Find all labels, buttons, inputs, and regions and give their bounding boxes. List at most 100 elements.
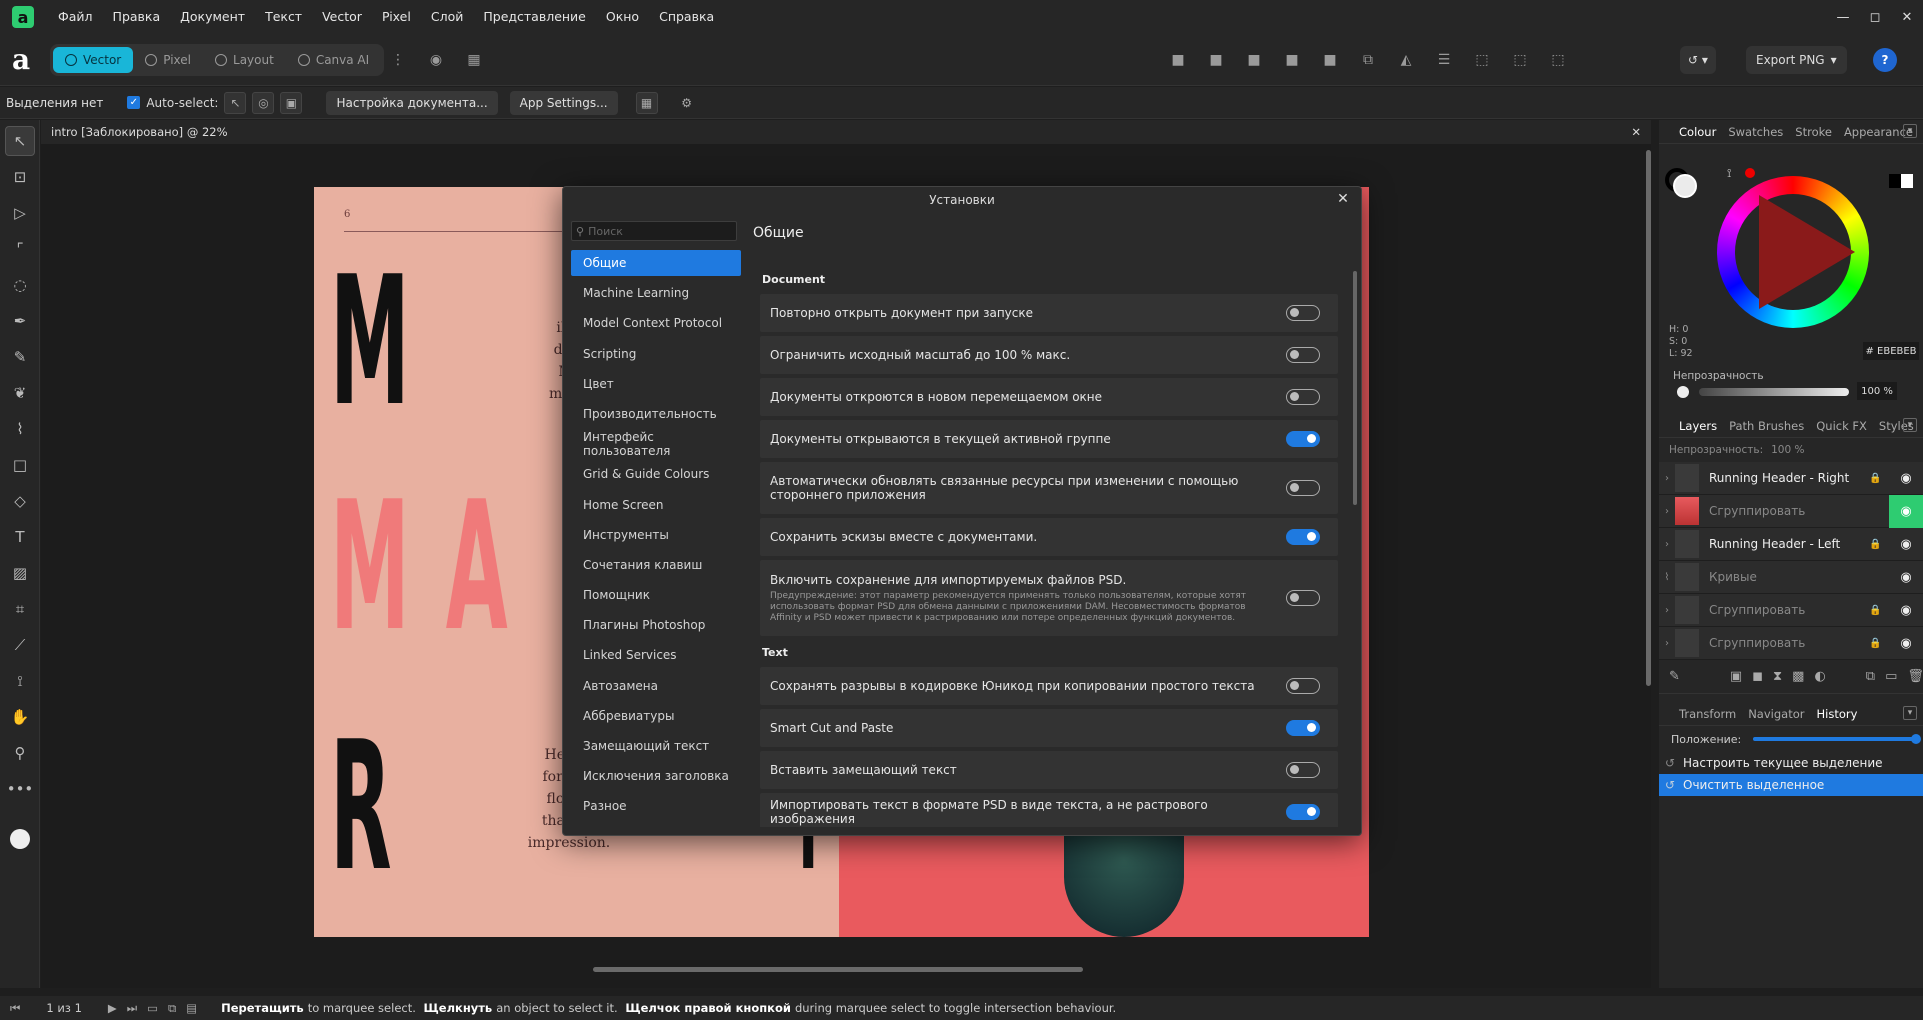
- history-item[interactable]: ↺ Настроить текущее выделение: [1659, 752, 1923, 774]
- pen-tool-icon[interactable]: ✒: [5, 306, 35, 336]
- corner-tool-icon[interactable]: ⌜: [5, 234, 35, 264]
- group-icon[interactable]: ▭: [1885, 669, 1897, 684]
- zoom-tool-icon[interactable]: ⚲: [5, 738, 35, 768]
- subtract-shape-icon[interactable]: ■: [1204, 48, 1228, 72]
- chevron-down-icon[interactable]: ▾: [1903, 706, 1917, 720]
- recent-colour-swatch[interactable]: [1745, 168, 1755, 178]
- layout-icon[interactable]: ▤: [186, 1001, 197, 1015]
- layer-row[interactable]: › Сгруппировать 🔒 ◉: [1659, 594, 1923, 627]
- horizontal-scrollbar[interactable]: [41, 962, 1641, 976]
- option-toggle[interactable]: [1286, 762, 1320, 778]
- expand-icon[interactable]: ›: [1659, 638, 1675, 649]
- document-tab[interactable]: intro [Заблокировано] @ 22% ✕: [41, 120, 1651, 144]
- category-abbreviations[interactable]: Аббревиатуры: [571, 703, 741, 729]
- category-mcp[interactable]: Model Context Protocol: [571, 310, 741, 336]
- option-toggle[interactable]: [1286, 480, 1320, 496]
- category-misc[interactable]: Разное: [571, 793, 741, 819]
- menu-layer[interactable]: Слой: [421, 0, 474, 34]
- menu-vector[interactable]: Vector: [312, 0, 372, 34]
- adjustment-icon[interactable]: ▣: [1730, 669, 1742, 684]
- delete-layer-icon[interactable]: 🗑: [1907, 669, 1923, 684]
- layers-opacity-value[interactable]: 100 %: [1771, 444, 1804, 456]
- tab-layers[interactable]: Layers: [1679, 419, 1717, 433]
- fill-tool-icon[interactable]: ⌇: [5, 414, 35, 444]
- maximize-icon[interactable]: ◻: [1859, 0, 1891, 34]
- tab-colour[interactable]: Colour: [1679, 125, 1716, 139]
- option-toggle[interactable]: [1286, 678, 1320, 694]
- align-icon[interactable]: ☰: [1432, 48, 1456, 72]
- fill-swatch-icon[interactable]: [1673, 174, 1697, 198]
- category-assistant[interactable]: Помощник: [571, 582, 741, 608]
- persona-layout[interactable]: Layout: [203, 47, 286, 73]
- close-window-icon[interactable]: ✕: [1891, 0, 1923, 34]
- option-toggle[interactable]: [1286, 347, 1320, 363]
- category-shortcuts[interactable]: Сочетания клавиш: [571, 552, 741, 578]
- tab-stroke[interactable]: Stroke: [1795, 125, 1832, 139]
- shapes-tool-icon[interactable]: ◇: [5, 486, 35, 516]
- horizontal-scroll-thumb[interactable]: [593, 967, 1083, 972]
- category-machine-learning[interactable]: Machine Learning: [571, 280, 741, 306]
- last-page-icon[interactable]: ⏭: [127, 1001, 137, 1016]
- transform-icon[interactable]: ⧉: [1356, 48, 1380, 72]
- category-title-exceptions[interactable]: Исключения заголовка: [571, 763, 741, 789]
- spread-icon[interactable]: ⧉: [168, 1001, 176, 1016]
- snap-grid-icon[interactable]: ⬚: [1546, 48, 1570, 72]
- snap-icon[interactable]: ⬚: [1470, 48, 1494, 72]
- lock-icon[interactable]: 🔒: [1869, 605, 1889, 616]
- eye-icon[interactable]: ◉: [1889, 462, 1923, 495]
- more-options-icon[interactable]: ⋮: [386, 48, 410, 72]
- intersect-shape-icon[interactable]: ■: [1242, 48, 1266, 72]
- category-autocorrect[interactable]: Автозамена: [571, 673, 741, 699]
- image-tool-icon[interactable]: ▨: [5, 558, 35, 588]
- colour-wheel[interactable]: [1717, 176, 1869, 328]
- bw-swatch-icon[interactable]: [1889, 174, 1913, 188]
- help-icon[interactable]: ?: [1873, 48, 1897, 72]
- category-scripting[interactable]: Scripting: [571, 341, 741, 367]
- dialog-scroll-thumb[interactable]: [1353, 271, 1357, 505]
- close-document-icon[interactable]: ✕: [1631, 120, 1641, 144]
- menu-file[interactable]: Файл: [48, 0, 103, 34]
- option-toggle[interactable]: [1286, 720, 1320, 736]
- grid-icon[interactable]: ▦: [635, 91, 658, 114]
- pencil-tool-icon[interactable]: ✎: [5, 342, 35, 372]
- minimize-icon[interactable]: —: [1827, 0, 1859, 34]
- measure-tool-icon[interactable]: ⟋: [5, 630, 35, 660]
- lock-icon[interactable]: 🔒: [1869, 638, 1889, 649]
- expand-icon[interactable]: ›: [1659, 473, 1675, 484]
- auto-select-checkbox[interactable]: ✓: [127, 96, 141, 109]
- flip-icon[interactable]: ◭: [1394, 48, 1418, 72]
- fill-stroke-swatch[interactable]: [5, 824, 35, 854]
- search-input[interactable]: [588, 224, 719, 238]
- colour-triangle[interactable]: [1759, 195, 1855, 309]
- view-mode-icon[interactable]: ◉: [424, 48, 448, 72]
- history-position-slider[interactable]: [1753, 734, 1922, 744]
- eye-icon[interactable]: ◉: [1889, 627, 1923, 660]
- layer-row[interactable]: ⌇ Кривые ◉: [1659, 561, 1923, 594]
- rectangle-tool-icon[interactable]: □: [5, 450, 35, 480]
- category-linked-services[interactable]: Linked Services: [571, 642, 741, 668]
- mask-icon[interactable]: ▩: [1792, 669, 1804, 684]
- tab-navigator[interactable]: Navigator: [1748, 707, 1804, 721]
- category-performance[interactable]: Производительность: [571, 401, 741, 427]
- play-icon[interactable]: ▶: [108, 1001, 117, 1015]
- add-shape-icon[interactable]: ■: [1166, 48, 1190, 72]
- menu-pixel[interactable]: Pixel: [372, 0, 421, 34]
- select-group-icon[interactable]: ◎: [252, 91, 275, 114]
- tab-transform[interactable]: Transform: [1679, 707, 1736, 721]
- crop-tool-icon[interactable]: ⌗: [5, 594, 35, 624]
- tab-swatches[interactable]: Swatches: [1728, 125, 1783, 139]
- option-toggle[interactable]: [1286, 529, 1320, 545]
- artboard-tool-icon[interactable]: ⊡: [5, 162, 35, 192]
- divide-shape-icon[interactable]: ■: [1318, 48, 1342, 72]
- opacity-slider[interactable]: [1699, 388, 1849, 396]
- live-filter-icon[interactable]: ◼: [1752, 669, 1763, 684]
- tab-path-brushes[interactable]: Path Brushes: [1729, 419, 1804, 433]
- category-general[interactable]: Общие: [571, 250, 741, 276]
- snap-options-icon[interactable]: ⬚: [1508, 48, 1532, 72]
- layer-row[interactable]: › Сгруппировать ◉: [1659, 494, 1923, 528]
- menu-window[interactable]: Окно: [596, 0, 649, 34]
- persona-canva-ai[interactable]: Canva AI: [286, 47, 381, 73]
- category-placeholder-text[interactable]: Замещающий текст: [571, 733, 741, 759]
- edit-layer-icon[interactable]: ✎: [1669, 669, 1680, 684]
- lock-icon[interactable]: 🔒: [1869, 539, 1889, 550]
